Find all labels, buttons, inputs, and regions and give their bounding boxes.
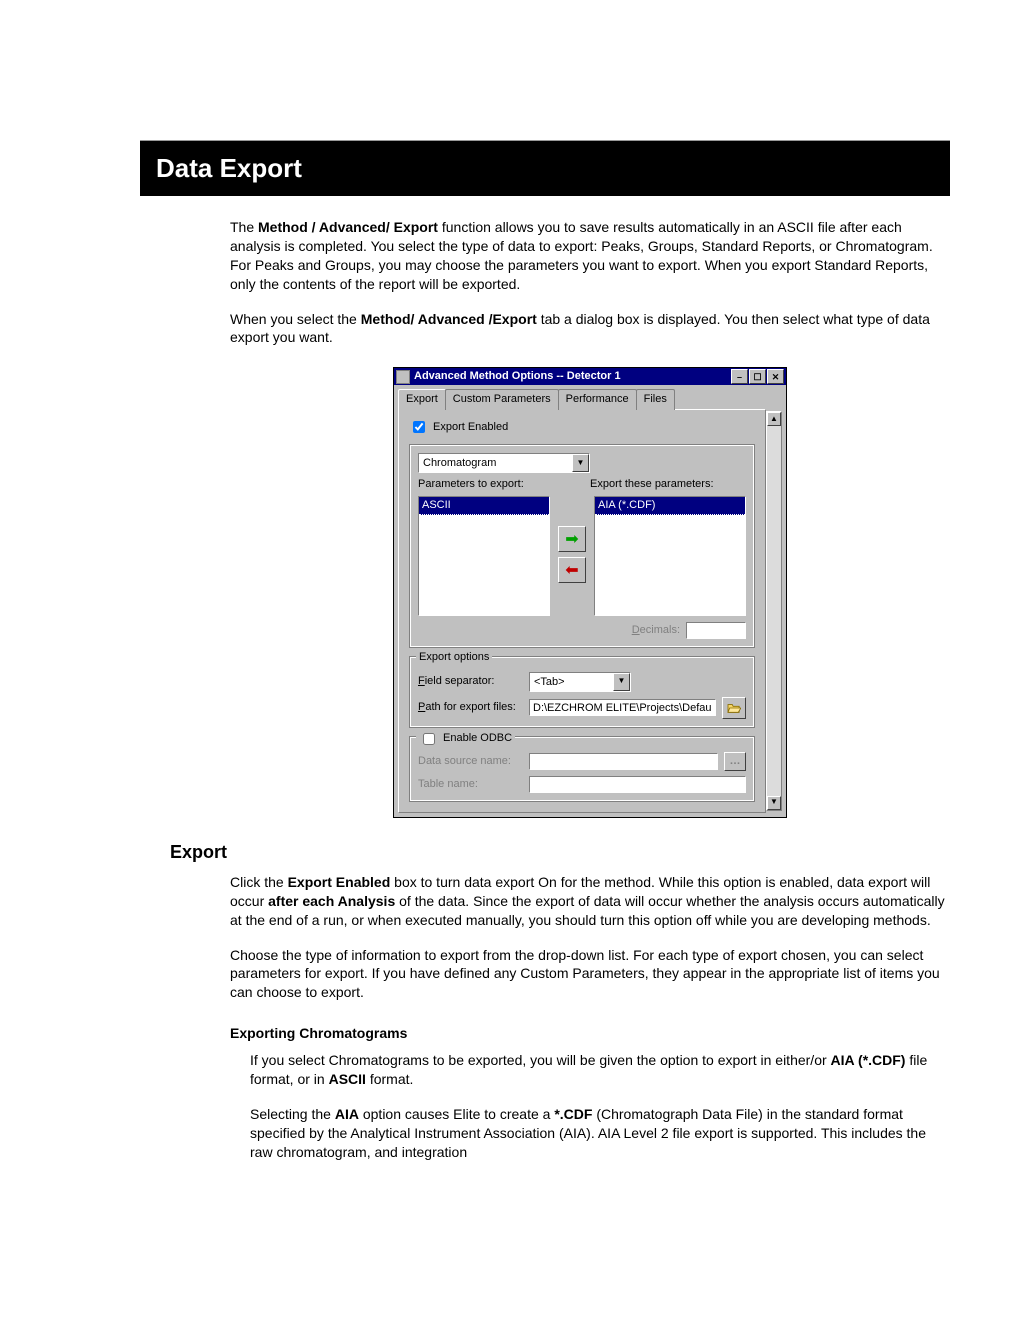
text-bold: ASCII bbox=[329, 1071, 366, 1087]
scroll-up-icon[interactable]: ▲ bbox=[767, 412, 781, 426]
list-item[interactable]: ASCII bbox=[419, 497, 549, 515]
export-enabled-checkbox[interactable]: Export Enabled bbox=[409, 418, 508, 436]
text-bold: Method / Advanced/ Export bbox=[258, 219, 438, 235]
export-paragraph-2: Choose the type of information to export… bbox=[230, 946, 950, 1003]
text-bold: AIA (*.CDF) bbox=[831, 1052, 906, 1068]
export-type-dropdown[interactable]: Chromatogram ▼ bbox=[418, 453, 590, 473]
parameters-available-list[interactable]: ASCII bbox=[418, 496, 550, 616]
field-separator-dropdown[interactable]: <Tab> ▼ bbox=[529, 672, 631, 692]
field-separator-label: Field separator: bbox=[418, 674, 523, 689]
text-bold: *.CDF bbox=[554, 1106, 592, 1122]
text: option causes Elite to create a bbox=[359, 1106, 554, 1122]
tab-files[interactable]: Files bbox=[636, 389, 675, 410]
page-title: Data Export bbox=[140, 140, 950, 196]
text: Click the bbox=[230, 874, 288, 890]
export-these-parameters-label: Export these parameters: bbox=[590, 477, 746, 492]
tab-performance[interactable]: Performance bbox=[558, 389, 637, 410]
chromatogram-paragraph-2: Selecting the AIA option causes Elite to… bbox=[250, 1105, 950, 1162]
remove-parameter-button[interactable]: ⬅ bbox=[558, 557, 586, 583]
checkbox-label: Enable ODBC bbox=[443, 731, 512, 746]
list-item[interactable]: AIA (*.CDF) bbox=[595, 497, 745, 515]
close-button[interactable]: ✕ bbox=[767, 369, 784, 384]
data-source-name-input[interactable] bbox=[529, 753, 718, 770]
arrow-left-icon: ⬅ bbox=[565, 560, 578, 582]
export-options-group: Export options bbox=[416, 650, 492, 665]
text-bold: after each Analysis bbox=[268, 893, 395, 909]
add-parameter-button[interactable]: ➡ bbox=[558, 526, 586, 552]
enable-odbc-checkbox[interactable]: Enable ODBC bbox=[419, 730, 512, 748]
advanced-method-options-dialog: Advanced Method Options -- Detector 1 – … bbox=[393, 367, 787, 818]
dropdown-value: Chromatogram bbox=[419, 454, 572, 472]
chromatogram-paragraph-1: If you select Chromatograms to be export… bbox=[250, 1051, 950, 1089]
table-name-input[interactable] bbox=[529, 776, 746, 793]
enable-odbc-group: Enable ODBC bbox=[416, 730, 515, 750]
decimals-input[interactable] bbox=[686, 622, 746, 639]
folder-open-icon bbox=[727, 702, 741, 714]
parameters-selected-list[interactable]: AIA (*.CDF) bbox=[594, 496, 746, 616]
tab-export[interactable]: Export bbox=[398, 389, 446, 410]
parameters-to-export-label: Parameters to export: bbox=[418, 477, 548, 492]
tab-custom-parameters[interactable]: Custom Parameters bbox=[445, 389, 559, 410]
text-bold: AIA bbox=[335, 1106, 359, 1122]
scroll-down-icon[interactable]: ▼ bbox=[767, 796, 781, 810]
dialog-tabs: Export Custom Parameters Performance Fil… bbox=[398, 389, 782, 410]
section-heading-export: Export bbox=[170, 842, 950, 863]
export-paragraph-1: Click the Export Enabled box to turn dat… bbox=[230, 873, 950, 930]
dialog-titlebar[interactable]: Advanced Method Options -- Detector 1 – … bbox=[394, 368, 786, 385]
subsection-heading-chromatograms: Exporting Chromatograms bbox=[230, 1024, 950, 1043]
data-source-name-label: Data source name: bbox=[418, 754, 523, 769]
table-name-label: Table name: bbox=[418, 777, 523, 792]
dropdown-value: <Tab> bbox=[530, 673, 613, 691]
text: When you select the bbox=[230, 311, 361, 327]
arrow-right-icon: ➡ bbox=[565, 529, 578, 551]
browse-data-source-button[interactable]: … bbox=[724, 752, 746, 771]
chevron-down-icon[interactable]: ▼ bbox=[613, 673, 630, 691]
text-bold: Export Enabled bbox=[288, 874, 391, 890]
path-for-export-files-label: Path for export files: bbox=[418, 700, 523, 715]
checkbox-label: Export Enabled bbox=[433, 420, 508, 435]
dialog-title: Advanced Method Options -- Detector 1 bbox=[414, 369, 730, 384]
dialog-scrollbar[interactable]: ▲ ▼ bbox=[766, 411, 782, 811]
text: If you select Chromatograms to be export… bbox=[250, 1052, 831, 1068]
chevron-down-icon[interactable]: ▼ bbox=[572, 454, 589, 472]
decimals-label: Decimals: bbox=[632, 623, 680, 638]
text-bold: Method/ Advanced /Export bbox=[361, 311, 537, 327]
text: Selecting the bbox=[250, 1106, 335, 1122]
intro-paragraph-2: When you select the Method/ Advanced /Ex… bbox=[230, 310, 950, 348]
system-icon bbox=[396, 370, 410, 384]
minimize-button[interactable]: – bbox=[731, 369, 748, 384]
text: The bbox=[230, 219, 258, 235]
intro-paragraph-1: The Method / Advanced/ Export function a… bbox=[230, 218, 950, 294]
maximize-button[interactable]: ☐ bbox=[749, 369, 766, 384]
browse-folder-button[interactable] bbox=[722, 697, 746, 719]
text: format. bbox=[366, 1071, 413, 1087]
export-path-input[interactable] bbox=[529, 699, 716, 716]
